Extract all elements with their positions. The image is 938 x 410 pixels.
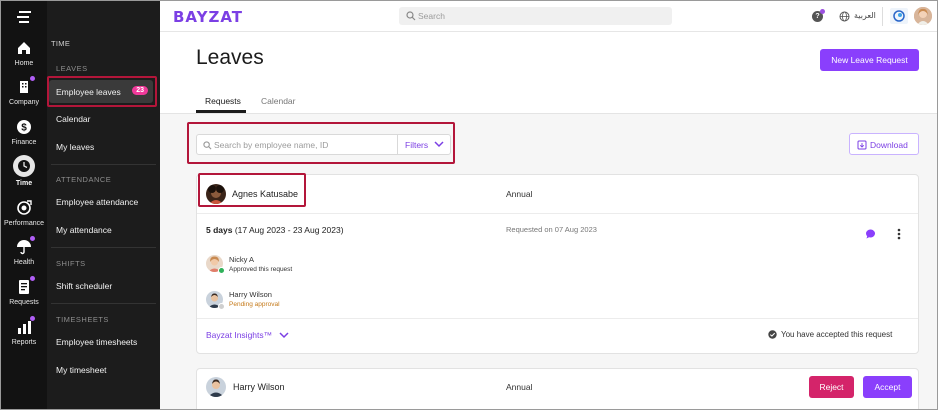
notification-dot bbox=[30, 276, 35, 281]
sidebar-section-shifts: SHIFTS bbox=[56, 259, 86, 268]
chevron-down-icon[interactable] bbox=[279, 332, 289, 339]
rail-label: Home bbox=[14, 60, 34, 67]
employee-avatar bbox=[206, 377, 226, 397]
notification-dot bbox=[30, 76, 35, 81]
rail-item-health[interactable]: Health bbox=[1, 236, 47, 266]
main-content: Leaves New Leave Request Requests Calend… bbox=[160, 32, 937, 409]
divider bbox=[197, 318, 918, 319]
rail-item-reports[interactable]: Reports bbox=[1, 316, 47, 346]
accept-button[interactable]: Accept bbox=[863, 376, 912, 398]
pending-status-icon bbox=[218, 303, 225, 310]
sidebar-item-employee-timesheets[interactable]: Employee timesheets bbox=[56, 337, 137, 347]
comment-icon[interactable] bbox=[865, 229, 876, 239]
target-icon bbox=[15, 199, 33, 217]
divider bbox=[882, 7, 883, 26]
sidebar-item-my-leaves[interactable]: My leaves bbox=[56, 142, 94, 152]
search-icon bbox=[406, 11, 416, 21]
company-logo[interactable] bbox=[890, 8, 908, 24]
user-avatar[interactable] bbox=[914, 7, 932, 25]
document-icon bbox=[15, 276, 35, 296]
active-tab-indicator bbox=[196, 110, 246, 113]
approver-name: Nicky A bbox=[229, 255, 255, 264]
download-label: Download bbox=[870, 140, 908, 150]
bayzat-logo[interactable]: BAYZAT bbox=[173, 8, 243, 26]
page-title: Leaves bbox=[196, 46, 264, 69]
employee-name[interactable]: Harry Wilson bbox=[233, 382, 285, 392]
sidebar-item-calendar[interactable]: Calendar bbox=[56, 114, 91, 124]
tab-requests[interactable]: Requests bbox=[205, 96, 241, 106]
rail-label: Performance bbox=[3, 220, 45, 227]
sidebar-divider bbox=[51, 247, 156, 248]
rail-label: Time bbox=[15, 180, 33, 187]
sidebar-item-my-timesheet[interactable]: My timesheet bbox=[56, 365, 107, 375]
sidebar-item-shift-scheduler[interactable]: Shift scheduler bbox=[56, 281, 112, 291]
globe-icon[interactable] bbox=[839, 11, 850, 22]
help-label: ? bbox=[815, 13, 820, 20]
sidebar-section-attendance: ATTENDANCE bbox=[56, 175, 112, 184]
download-icon bbox=[857, 140, 867, 150]
icon-rail: Home Company $ Finance Time Performance … bbox=[1, 1, 47, 409]
rail-label: Finance bbox=[11, 139, 37, 146]
page-header: Leaves New Leave Request Requests Calend… bbox=[160, 32, 937, 114]
top-bar: BAYZAT Search ? العربية bbox=[160, 1, 937, 32]
language-switch[interactable]: العربية bbox=[854, 11, 876, 20]
approver-status: Approved this request bbox=[229, 266, 293, 273]
approver-name: Harry Wilson bbox=[229, 290, 272, 299]
menu-icon[interactable] bbox=[15, 10, 33, 24]
sidebar-divider bbox=[51, 164, 156, 165]
sidebar-item-my-attendance[interactable]: My attendance bbox=[56, 225, 112, 235]
approved-status-icon bbox=[218, 267, 225, 274]
notification-dot bbox=[30, 316, 35, 321]
leave-duration: 5 days (17 Aug 2023 - 23 Aug 2023) bbox=[206, 225, 344, 235]
rail-item-time[interactable]: Time bbox=[1, 155, 47, 187]
leave-request-card: Harry Wilson Annual Reject Accept bbox=[196, 368, 919, 409]
sidebar-section-timesheets: TIMESHEETS bbox=[56, 315, 109, 324]
building-icon bbox=[15, 76, 35, 96]
dollar-icon: $ bbox=[15, 118, 33, 136]
tab-calendar[interactable]: Calendar bbox=[261, 96, 296, 106]
rail-item-performance[interactable]: Performance bbox=[1, 199, 47, 227]
umbrella-icon bbox=[15, 236, 35, 256]
highlight-box bbox=[187, 122, 455, 164]
search-placeholder: Search bbox=[418, 11, 445, 21]
accepted-status-text: You have accepted this request bbox=[781, 330, 893, 339]
global-search-input[interactable]: Search bbox=[399, 7, 672, 25]
sidebar-item-employee-attendance[interactable]: Employee attendance bbox=[56, 197, 138, 207]
download-button[interactable]: Download bbox=[849, 133, 919, 155]
requested-date: Requested on 07 Aug 2023 bbox=[506, 225, 597, 234]
bayzat-insights-toggle[interactable]: Bayzat Insights™ bbox=[206, 330, 272, 340]
sidebar-section-leaves: LEAVES bbox=[56, 64, 88, 73]
highlight-box bbox=[198, 173, 306, 207]
rail-label: Company bbox=[9, 99, 39, 106]
notification-dot bbox=[820, 9, 825, 14]
rail-label: Health bbox=[13, 259, 35, 266]
reject-button[interactable]: Reject bbox=[809, 376, 854, 398]
more-options-icon[interactable] bbox=[897, 228, 901, 240]
svg-text:$: $ bbox=[21, 123, 27, 134]
rail-item-finance[interactable]: $ Finance bbox=[1, 118, 47, 146]
leave-type: Annual bbox=[506, 189, 533, 199]
notification-dot bbox=[30, 236, 35, 241]
rail-item-requests[interactable]: Requests bbox=[1, 276, 47, 306]
check-circle-icon bbox=[768, 330, 777, 339]
clock-icon bbox=[13, 155, 35, 177]
sidebar-title: TIME bbox=[51, 39, 71, 48]
approver-status: Pending approval bbox=[229, 301, 280, 308]
home-icon bbox=[15, 39, 33, 57]
chart-icon bbox=[15, 316, 35, 336]
app-window: Home Company $ Finance Time Performance … bbox=[0, 0, 938, 410]
leave-days: 5 days bbox=[206, 225, 233, 235]
new-leave-request-button[interactable]: New Leave Request bbox=[820, 49, 919, 71]
leave-range: (17 Aug 2023 - 23 Aug 2023) bbox=[232, 225, 344, 235]
help-icon[interactable]: ? bbox=[812, 9, 825, 22]
rail-item-home[interactable]: Home bbox=[1, 39, 47, 67]
rail-label: Reports bbox=[11, 339, 37, 346]
rail-label: Requests bbox=[9, 299, 39, 306]
rail-item-company[interactable]: Company bbox=[1, 76, 47, 106]
sidebar-divider bbox=[51, 303, 156, 304]
highlight-box bbox=[47, 76, 157, 107]
leave-type: Annual bbox=[506, 382, 533, 392]
